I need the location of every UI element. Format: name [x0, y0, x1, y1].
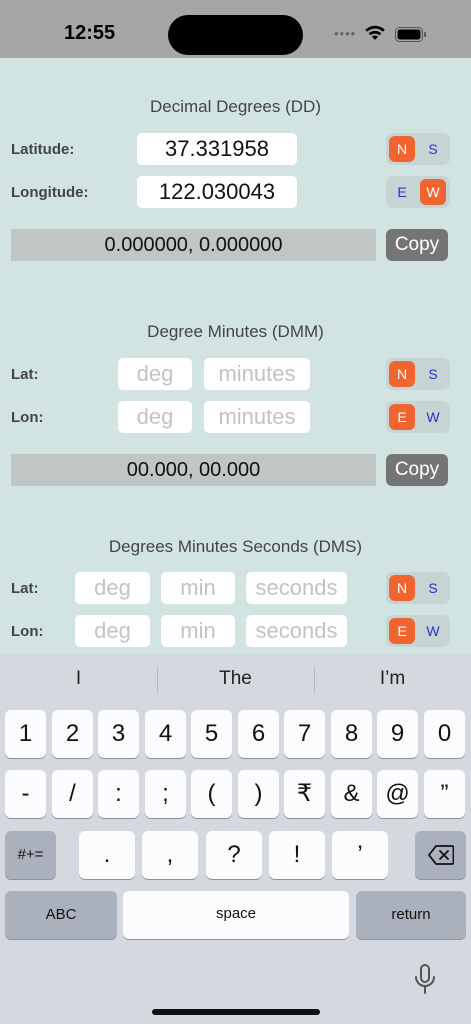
- dmm-lon-east-option[interactable]: E: [389, 404, 415, 430]
- dmm-lon-west-option[interactable]: W: [420, 404, 446, 430]
- dd-lon-ew-segmented[interactable]: E W: [386, 176, 450, 208]
- symbol-key-3[interactable]: :: [98, 770, 139, 818]
- number-key-6[interactable]: 6: [238, 710, 279, 758]
- wifi-icon: [365, 25, 385, 40]
- dms-lon-deg-input[interactable]: deg: [75, 615, 150, 647]
- number-key-7[interactable]: 7: [284, 710, 325, 758]
- dmm-lat-label: Lat:: [11, 366, 39, 383]
- suggestion-1[interactable]: I: [0, 668, 157, 690]
- dms-lon-min-input[interactable]: min: [161, 615, 235, 647]
- dd-longitude-input[interactable]: 122.030043: [137, 176, 297, 208]
- dd-result-display: 0.000000, 0.000000: [11, 229, 376, 261]
- dmm-lat-ns-segmented[interactable]: N S: [386, 358, 450, 390]
- symbol-key-2[interactable]: /: [52, 770, 93, 818]
- symbol-key-8[interactable]: &: [331, 770, 372, 818]
- keyboard: I The I’m 1234567890 - /:;() ₹ & @” #+= .,?!…: [0, 654, 471, 1024]
- dms-lon-ew-segmented[interactable]: E W: [386, 615, 450, 647]
- dms-lat-min-input[interactable]: min: [161, 572, 235, 604]
- punctuation-key-4[interactable]: !: [269, 831, 325, 879]
- dmm-lat-south-option[interactable]: S: [420, 361, 446, 387]
- number-key-10[interactable]: 0: [424, 710, 465, 758]
- dd-longitude-label: Longitude:: [11, 184, 89, 201]
- number-key-8[interactable]: 8: [331, 710, 372, 758]
- number-key-9[interactable]: 9: [377, 710, 418, 758]
- symbol-key-10[interactable]: ”: [424, 770, 465, 818]
- dms-lon-seconds-input[interactable]: seconds: [246, 615, 347, 647]
- dd-lon-west-option[interactable]: W: [420, 179, 446, 205]
- battery-icon: [395, 27, 426, 42]
- punctuation-key-1[interactable]: .: [79, 831, 135, 879]
- dms-lat-ns-segmented[interactable]: N S: [386, 572, 450, 604]
- symbol-key-9[interactable]: @: [377, 770, 418, 818]
- delete-key[interactable]: [415, 831, 466, 879]
- dms-lat-deg-input[interactable]: deg: [75, 572, 150, 604]
- punctuation-key-3[interactable]: ?: [206, 831, 262, 879]
- dmm-lat-deg-input[interactable]: deg: [118, 358, 192, 390]
- return-key[interactable]: return: [356, 891, 466, 939]
- dms-lon-west-option[interactable]: W: [420, 618, 446, 644]
- dmm-result-display: 00.000, 00.000: [11, 454, 376, 486]
- dmm-lon-deg-input[interactable]: deg: [118, 401, 192, 433]
- dmm-lat-north-option[interactable]: N: [389, 361, 415, 387]
- dmm-lon-ew-segmented[interactable]: E W: [386, 401, 450, 433]
- symbol-key-5[interactable]: (: [191, 770, 232, 818]
- dmm-copy-button[interactable]: Copy: [386, 454, 448, 486]
- symbols-toggle-key[interactable]: #+=: [5, 831, 56, 879]
- abc-key[interactable]: ABC: [5, 891, 117, 939]
- dd-section-title: Decimal Degrees (DD): [150, 97, 321, 116]
- symbol-key-4[interactable]: ;: [145, 770, 186, 818]
- dd-latitude-input[interactable]: 37.331958: [137, 133, 297, 165]
- cellular-signal-icon: ••••: [334, 26, 357, 41]
- dynamic-island: [168, 15, 303, 55]
- status-time: 12:55: [64, 22, 116, 44]
- symbol-key-7[interactable]: ₹: [284, 770, 325, 818]
- dd-latitude-label: Latitude:: [11, 141, 75, 158]
- dms-lon-east-option[interactable]: E: [389, 618, 415, 644]
- status-bar: 12:55 ••••: [0, 0, 471, 58]
- number-key-4[interactable]: 4: [145, 710, 186, 758]
- home-indicator: [152, 1009, 320, 1015]
- microphone-icon[interactable]: [414, 964, 436, 996]
- suggestion-2[interactable]: The: [157, 668, 314, 690]
- dms-lat-south-option[interactable]: S: [420, 575, 446, 601]
- suggestion-3[interactable]: I’m: [314, 668, 471, 690]
- symbol-key-6[interactable]: ): [238, 770, 279, 818]
- punctuation-key-2[interactable]: ,: [142, 831, 198, 879]
- dms-lat-north-option[interactable]: N: [389, 575, 415, 601]
- punctuation-key-5[interactable]: ’: [332, 831, 388, 879]
- backspace-icon: [428, 845, 454, 865]
- number-key-1[interactable]: 1: [5, 710, 46, 758]
- dms-lon-label: Lon:: [11, 623, 44, 640]
- dms-lat-seconds-input[interactable]: seconds: [246, 572, 347, 604]
- dd-lat-south-option[interactable]: S: [420, 136, 446, 162]
- symbol-key-1[interactable]: -: [5, 770, 46, 818]
- space-key[interactable]: space: [123, 891, 349, 939]
- dms-lat-label: Lat:: [11, 580, 39, 597]
- dmm-lon-label: Lon:: [11, 409, 44, 426]
- dmm-section-title: Degree Minutes (DMM): [147, 322, 324, 341]
- dd-copy-button[interactable]: Copy: [386, 229, 448, 261]
- dd-lon-east-option[interactable]: E: [389, 179, 415, 205]
- dmm-lon-minutes-input[interactable]: minutes: [204, 401, 310, 433]
- number-key-5[interactable]: 5: [191, 710, 232, 758]
- dms-section-title: Degrees Minutes Seconds (DMS): [108, 537, 363, 556]
- dd-lat-ns-segmented[interactable]: N S: [386, 133, 450, 165]
- dd-lat-north-option[interactable]: N: [389, 136, 415, 162]
- dmm-lat-minutes-input[interactable]: minutes: [204, 358, 310, 390]
- number-key-2[interactable]: 2: [52, 710, 93, 758]
- number-key-3[interactable]: 3: [98, 710, 139, 758]
